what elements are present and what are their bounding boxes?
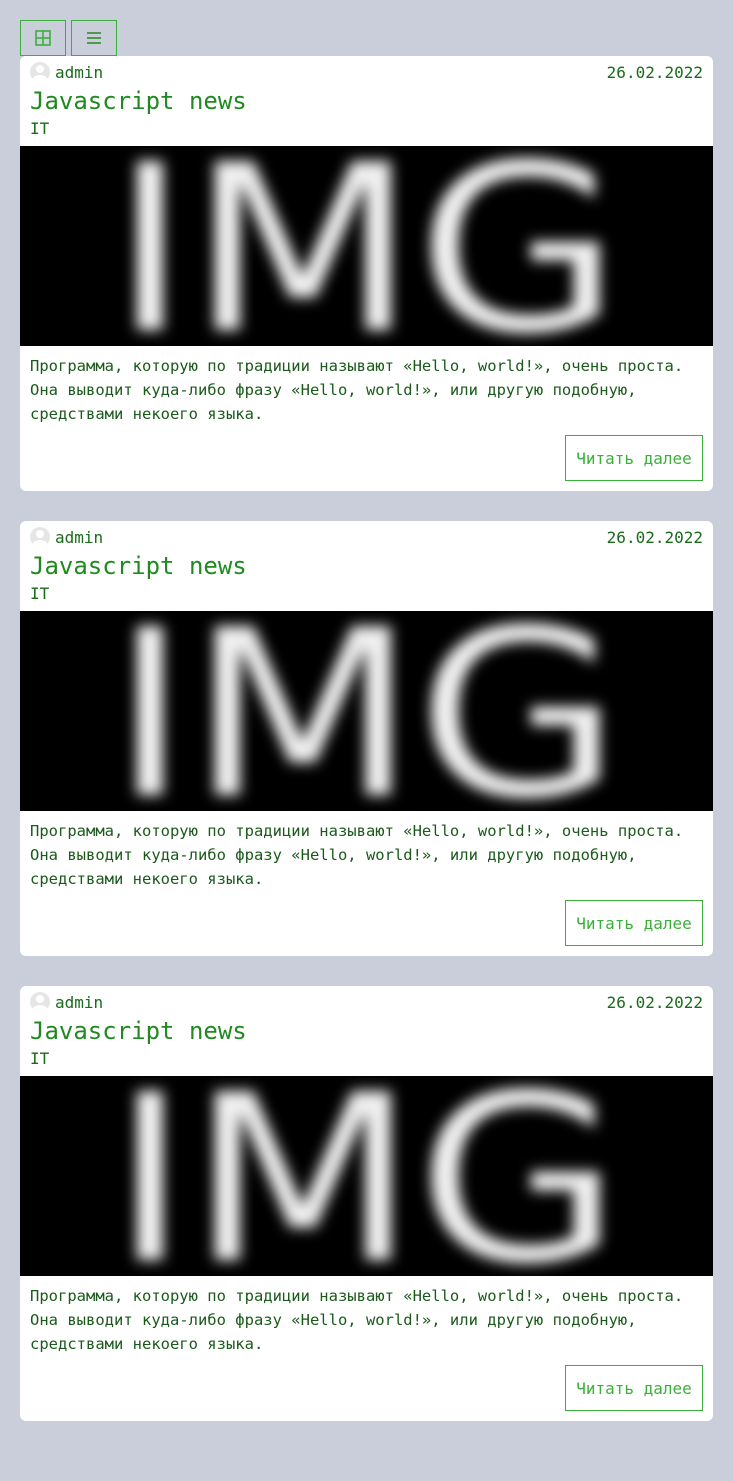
read-more-button[interactable]: Читать далее [565,435,703,481]
post-excerpt: Программа, которую по традиции называют … [30,822,684,888]
post-date: 26.02.2022 [606,528,703,547]
post-header: admin 26.02.2022 Javascript news IT [20,986,713,1076]
post-title: Javascript news [30,87,247,115]
view-toggle-toolbar [20,20,117,56]
author-name: admin [55,992,104,1012]
image-placeholder-text: IMG [111,611,621,811]
post-card: admin 26.02.2022 Javascript news IT IMG … [20,986,713,1421]
post-author: admin [30,62,103,82]
post-feed: admin 26.02.2022 Javascript news IT IMG … [20,56,713,1451]
post-card: admin 26.02.2022 Javascript news IT IMG … [20,56,713,491]
post-header: admin 26.02.2022 Javascript news IT [20,56,713,146]
post-date: 26.02.2022 [606,993,703,1012]
post-card: admin 26.02.2022 Javascript news IT IMG … [20,521,713,956]
read-more-button[interactable]: Читать далее [565,1365,703,1411]
post-title: Javascript news [30,1017,247,1045]
image-placeholder-text: IMG [111,1076,621,1276]
list-view-button[interactable] [71,20,117,56]
post-image: IMG [20,1076,713,1276]
post-author: admin [30,527,103,547]
user-avatar-icon [30,992,50,1012]
post-category: IT [30,1049,50,1068]
post-image: IMG [20,146,713,346]
post-date: 26.02.2022 [606,63,703,82]
post-author: admin [30,992,103,1012]
user-avatar-icon [30,62,50,82]
post-category: IT [30,119,50,138]
grid-view-button[interactable] [20,20,66,56]
post-excerpt: Программа, которую по традиции называют … [30,357,684,423]
read-more-button[interactable]: Читать далее [565,900,703,946]
post-header: admin 26.02.2022 Javascript news IT [20,521,713,611]
author-name: admin [55,62,104,82]
post-excerpt: Программа, которую по традиции называют … [30,1287,684,1353]
list-view-icon [87,32,101,44]
post-category: IT [30,584,50,603]
post-title: Javascript news [30,552,247,580]
user-avatar-icon [30,527,50,547]
image-placeholder-text: IMG [111,146,621,346]
grid-view-icon [35,30,51,46]
author-name: admin [55,527,104,547]
post-image: IMG [20,611,713,811]
